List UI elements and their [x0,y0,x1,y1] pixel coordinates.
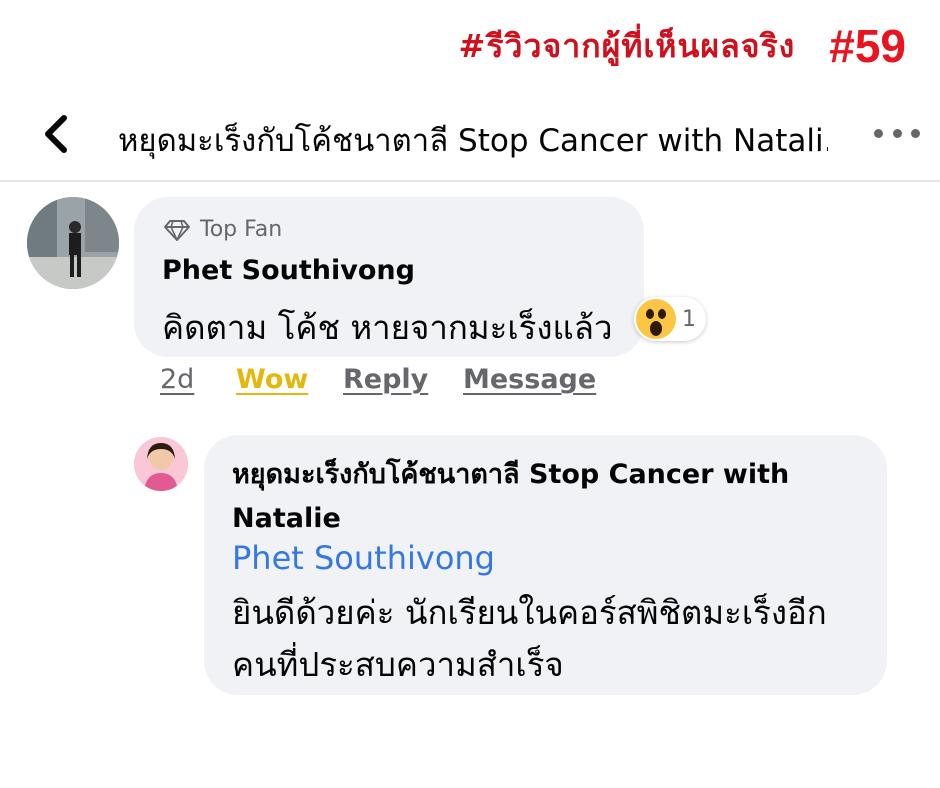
wow-emoji-icon [636,299,676,339]
comment-text: คิดตาม โค้ช หายจากมะเร็งแล้ว [162,308,613,347]
top-fan-label: Top Fan [200,217,283,242]
comment-timestamp[interactable]: 2d [160,364,194,395]
more-horizontal-icon [892,128,902,138]
comment-author[interactable]: Phet Southivong [162,255,415,286]
user-photo [27,197,119,289]
wow-reaction-button[interactable]: Wow [236,364,308,395]
more-horizontal-icon [874,128,883,138]
more-horizontal-icon [911,128,920,138]
reaction-count: 1 [682,306,696,332]
page-title: หยุดมะเร็งกับโค้ชนาตาลี Stop Cancer with… [118,123,828,159]
comment-bubble: Top Fan Phet Southivong คิดตาม โค้ช หายจ… [134,197,644,357]
back-button[interactable] [36,112,76,156]
top-fan-badge: Top Fan [164,217,282,242]
review-banner: #รีวิวจากผู้ที่เห็นผลจริง #59 [459,16,906,76]
banner-hashtag: #รีวิวจากผู้ที่เห็นผลจริง [458,26,796,65]
reply-bubble: หยุดมะเร็งกับโค้ชนาตาลี Stop Cancer with… [204,435,887,695]
reply-text: ยินดีด้วยค่ะ นักเรียนในคอร์สพิชิตมะเร็งอ… [232,593,827,684]
avatar[interactable] [27,197,119,289]
reply-button[interactable]: Reply [343,364,428,395]
diamond-icon [164,219,190,241]
mentioned-user-link[interactable]: Phet Southivong [232,539,495,577]
chevron-left-icon [45,115,67,153]
banner-number: #59 [829,20,906,72]
avatar[interactable] [134,437,188,491]
message-button[interactable]: Message [463,364,596,395]
reaction-summary[interactable]: 1 [634,297,706,341]
more-options-button[interactable] [874,118,920,148]
page-header: หยุดมะเร็งกับโค้ชนาตาลี Stop Cancer with… [0,88,940,182]
reply-author[interactable]: หยุดมะเร็งกับโค้ชนาตาลี Stop Cancer with… [232,453,832,541]
page-profile-photo [134,437,188,491]
